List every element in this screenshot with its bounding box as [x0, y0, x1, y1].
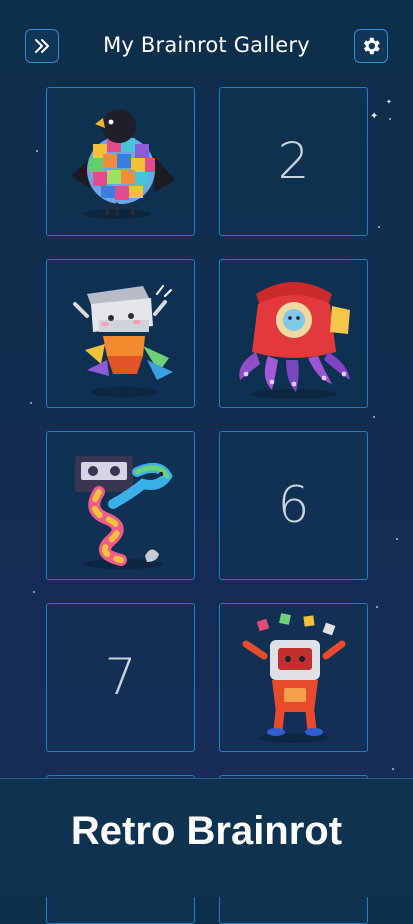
tile-number: 2 — [277, 132, 310, 190]
gallery-tile-1[interactable] — [46, 87, 195, 236]
double-chevron-right-icon — [35, 39, 49, 53]
disco-crow-image — [71, 109, 175, 219]
tile-number: 7 — [104, 648, 137, 706]
tile-number: 6 — [277, 476, 310, 534]
star — [378, 226, 380, 228]
telephone-octopus-image — [239, 282, 350, 399]
gallery-tile-6[interactable]: 6 — [219, 431, 368, 580]
toaster-robot-image — [242, 613, 346, 743]
star — [30, 402, 32, 404]
star — [392, 768, 394, 770]
gallery-tile-2[interactable]: 2 — [219, 87, 368, 236]
gallery-tile-4[interactable] — [219, 259, 368, 408]
scanner-shrimp-image — [73, 285, 173, 397]
app-header: My Brainrot Gallery — [0, 0, 413, 92]
star — [376, 606, 378, 608]
collection-footer[interactable]: Retro Brainrot — [0, 778, 413, 897]
collection-name: Retro Brainrot — [70, 809, 343, 853]
gear-icon — [363, 37, 380, 55]
star — [33, 591, 35, 593]
gallery-tile-7[interactable]: 7 — [46, 603, 195, 752]
star — [36, 150, 38, 152]
cassette-snake-image — [75, 456, 173, 569]
gallery-tile-8[interactable] — [219, 603, 368, 752]
page-title: My Brainrot Gallery — [103, 33, 310, 57]
star — [373, 416, 375, 418]
star — [389, 118, 391, 120]
sparkle-icon: ✦ — [370, 111, 379, 122]
star — [396, 538, 398, 540]
gallery-tile-5[interactable] — [46, 431, 195, 580]
settings-button[interactable] — [354, 29, 388, 63]
gallery-tile-3[interactable] — [46, 259, 195, 408]
expand-menu-button[interactable] — [25, 29, 59, 63]
sparkle-icon: ✦ — [386, 98, 392, 106]
